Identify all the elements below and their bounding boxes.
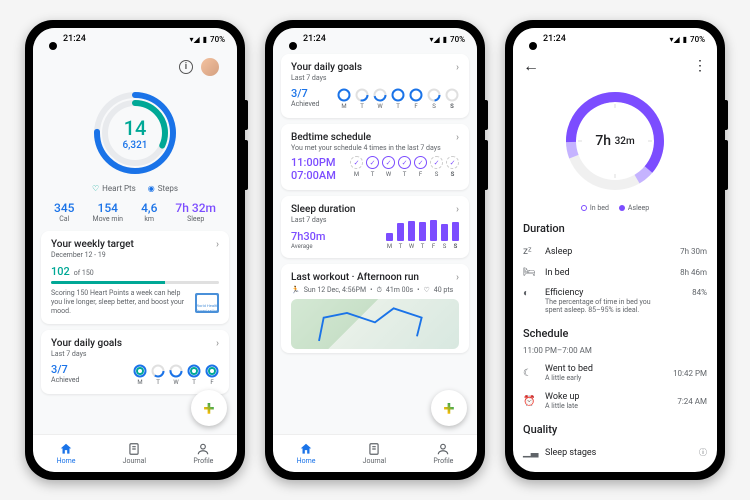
chevron-right-icon: › xyxy=(216,239,219,250)
plus-icon: + xyxy=(444,396,455,420)
info-icon[interactable]: ⓘ xyxy=(699,447,707,458)
fab-add-button[interactable]: + xyxy=(431,390,467,426)
efficiency-icon: ◐ xyxy=(523,288,537,299)
status-bar: 21:24 ▾◢ ▮ 70% xyxy=(33,28,237,50)
phone-frame-1: 21:24 ▾◢ ▮ 70% i xyxy=(25,20,245,480)
status-bar: 21:24 ▾◢▮70% xyxy=(513,28,717,50)
efficiency-row[interactable]: ◐EfficiencyThe percentage of time in bed… xyxy=(523,283,707,319)
nav-home[interactable]: Home xyxy=(297,442,316,465)
camera-hole xyxy=(49,42,57,50)
progress-bar xyxy=(51,281,219,284)
heart-icon: ♡ xyxy=(92,184,99,193)
nav-home[interactable]: Home xyxy=(57,442,76,465)
steps-icon: ◉ xyxy=(148,184,155,193)
asleep-dot-icon xyxy=(619,205,625,211)
metric-cal[interactable]: 345Cal xyxy=(54,201,74,223)
schedule-range: 11:00 PM–7:00 AM xyxy=(523,346,707,355)
nav-journal[interactable]: Journal xyxy=(123,442,146,465)
status-bar: 21:24 ▾◢▮70% xyxy=(273,28,477,50)
stages-icon: ▁▃ xyxy=(523,447,537,458)
heart-points-value: 14 xyxy=(124,116,147,140)
status-icons: ▾◢ ▮ 70% xyxy=(189,35,225,44)
asleep-row[interactable]: zᶻAsleep7h 30m xyxy=(523,241,707,262)
profile-avatar[interactable] xyxy=(201,58,219,76)
status-icons: ▾◢▮70% xyxy=(429,35,465,44)
steps-value: 6,321 xyxy=(123,140,148,151)
bottom-nav: Home Journal Profile xyxy=(273,434,477,468)
metrics-row: 345Cal 154Move min 4,6km 7h 32mSleep xyxy=(41,201,229,231)
phone-frame-2: 21:24 ▾◢▮70% Your daily goals› Last 7 da… xyxy=(265,20,485,480)
sleep-duration-card[interactable]: Sleep duration› Last 7 days 7h30mAverage… xyxy=(281,196,469,258)
camera-hole xyxy=(289,42,297,50)
alarm-icon: ⏰ xyxy=(523,396,537,407)
nav-profile[interactable]: Profile xyxy=(433,442,453,465)
bottom-nav: Home Journal Profile xyxy=(33,434,237,468)
days-rings: M T W T F xyxy=(133,364,219,386)
heart-icon: ♡ xyxy=(424,286,430,295)
duration-section-title: Duration xyxy=(523,222,707,235)
wifi-icon: ▾◢ xyxy=(429,35,439,44)
who-logo-icon: World Health Organization xyxy=(195,293,219,313)
clock-icon: ⏱ xyxy=(376,286,381,295)
schedule-section-title: Schedule xyxy=(523,327,707,340)
status-icons: ▾◢▮70% xyxy=(669,35,705,44)
fab-add-button[interactable]: + xyxy=(191,390,227,426)
screen-1: 21:24 ▾◢ ▮ 70% i xyxy=(33,28,237,472)
zzz-icon: zᶻ xyxy=(523,246,537,257)
woke-up-row[interactable]: ⏰Woke upA little late7:24 AM xyxy=(523,387,707,415)
battery-icon: ▮ xyxy=(203,35,207,44)
chevron-right-icon: › xyxy=(456,132,459,143)
sleep-clock: 7h 32m xyxy=(560,86,670,196)
inbed-dot-icon xyxy=(581,205,587,211)
top-bar: i xyxy=(41,54,229,80)
screen-3: 21:24 ▾◢▮70% ← ⋮ 7h 32m xyxy=(513,28,717,472)
wifi-icon: ▾◢ xyxy=(189,35,199,44)
quality-section-title: Quality xyxy=(523,423,707,436)
sleep-bars: M T W T F S S xyxy=(386,226,459,250)
wifi-icon: ▾◢ xyxy=(669,35,679,44)
back-button[interactable]: ← xyxy=(523,56,539,76)
battery-icon: ▮ xyxy=(443,35,447,44)
nav-profile[interactable]: Profile xyxy=(193,442,213,465)
battery-icon: ▮ xyxy=(683,35,687,44)
went-to-bed-row[interactable]: ☾Went to bedA little early10:42 PM xyxy=(523,359,707,387)
plus-icon: + xyxy=(204,396,215,420)
camera-hole xyxy=(529,42,537,50)
sleep-legend: In bed Asleep xyxy=(523,204,707,212)
screen-2: 21:24 ▾◢▮70% Your daily goals› Last 7 da… xyxy=(273,28,477,472)
metric-km[interactable]: 4,6km xyxy=(141,201,157,223)
bed-icon: 🛏 xyxy=(523,267,537,278)
ring-legend: ♡Heart Pts ◉Steps xyxy=(41,184,229,193)
metric-sleep[interactable]: 7h 32mSleep xyxy=(175,201,216,223)
nav-journal[interactable]: Journal xyxy=(363,442,386,465)
activity-ring[interactable]: 14 6,321 xyxy=(90,88,180,178)
info-icon[interactable]: i xyxy=(179,60,193,74)
inbed-row[interactable]: 🛏In bed8h 46m xyxy=(523,262,707,283)
daily-goals-card[interactable]: Your daily goals› Last 7 days 3/7 Achiev… xyxy=(41,330,229,394)
run-icon: 🏃 xyxy=(291,286,300,295)
more-menu-button[interactable]: ⋮ xyxy=(693,58,707,74)
bedtime-checks: ✓✓✓✓✓✓✓ xyxy=(350,156,459,169)
daily-goals-card[interactable]: Your daily goals› Last 7 days 3/7Achieve… xyxy=(281,54,469,118)
phone-frame-3: 21:24 ▾◢▮70% ← ⋮ 7h 32m xyxy=(505,20,725,480)
workout-map xyxy=(291,299,459,349)
metric-movemin[interactable]: 154Move min xyxy=(92,201,123,223)
chevron-right-icon: › xyxy=(456,62,459,73)
last-workout-card[interactable]: Last workout · Afternoon run› 🏃Sun 12 De… xyxy=(281,264,469,353)
bedtime-schedule-card[interactable]: Bedtime schedule› You met your schedule … xyxy=(281,124,469,190)
sleep-stages-row[interactable]: ▁▃Sleep stagesⓘ xyxy=(523,442,707,463)
chevron-right-icon: › xyxy=(456,272,459,283)
chevron-right-icon: › xyxy=(456,204,459,215)
weekly-target-card[interactable]: Your weekly target› December 12 - 19 102… xyxy=(41,231,229,324)
moon-icon: ☾ xyxy=(523,368,537,379)
chevron-right-icon: › xyxy=(216,338,219,349)
